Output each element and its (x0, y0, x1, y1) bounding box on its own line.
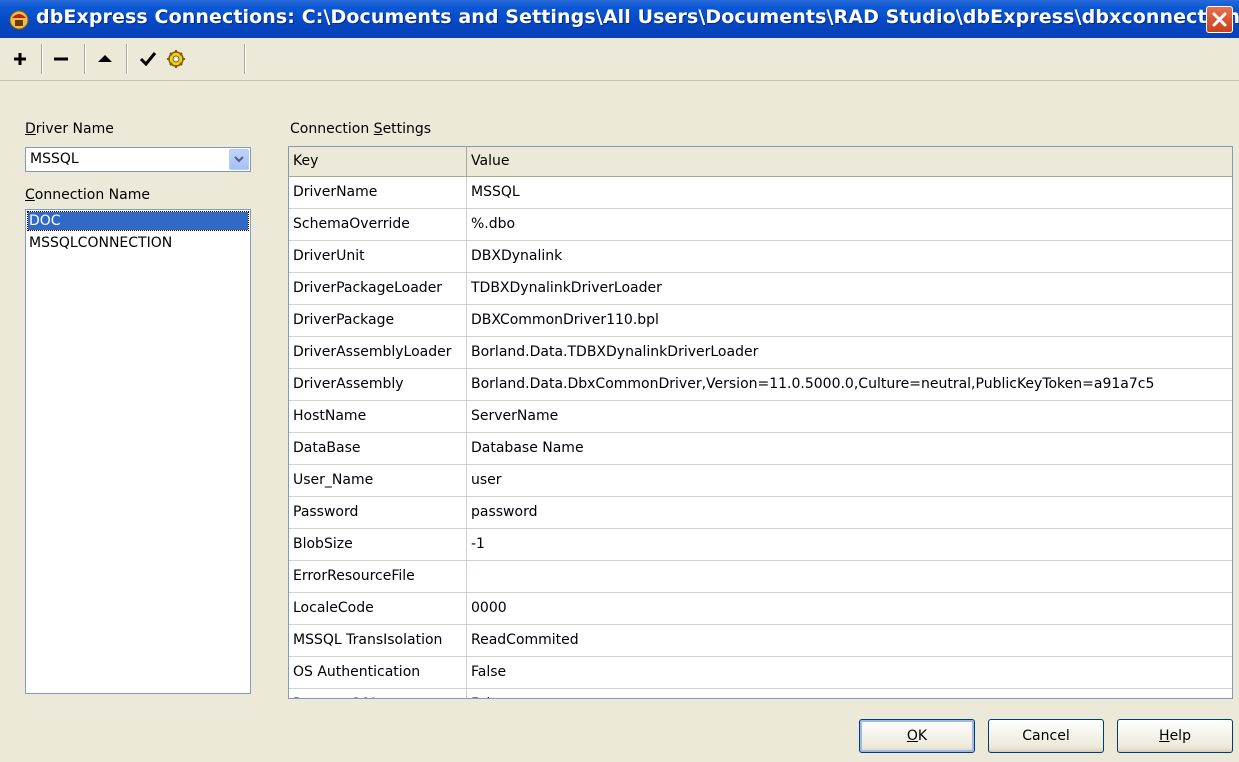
table-row[interactable]: DriverPackage DBXCommonDriver110.bpl (289, 305, 1232, 337)
setting-key-cell: DriverPackage (289, 305, 467, 337)
setting-value-cell[interactable]: False (467, 657, 1232, 689)
setting-key-cell: OS Authentication (289, 657, 467, 689)
setting-value-cell[interactable]: False (467, 689, 1232, 698)
setting-value-cell[interactable]: DBXDynalink (467, 241, 1232, 273)
toolbar-separator (41, 44, 43, 74)
toolbar-separator (84, 44, 86, 74)
app-icon (8, 8, 30, 30)
setting-value-cell[interactable]: Borland.Data.DbxCommonDriver,Version=11.… (467, 369, 1232, 401)
remove-connection-button[interactable] (49, 47, 73, 71)
table-row[interactable]: DriverAssembly Borland.Data.DbxCommonDriv… (289, 369, 1232, 401)
connection-name-label: Connection Name (25, 187, 150, 203)
rename-icon (98, 55, 112, 62)
column-header-key[interactable]: Key (289, 147, 467, 176)
table-row[interactable]: LocaleCode 0000 (289, 593, 1232, 625)
column-header-value[interactable]: Value (467, 147, 1232, 176)
setting-key-cell: Password (289, 497, 467, 529)
connection-options-button[interactable] (164, 47, 188, 71)
setting-value-cell[interactable]: Borland.Data.TDBXDynalinkDriverLoader (467, 337, 1232, 369)
setting-key-cell: DriverName (289, 177, 467, 209)
cancel-button[interactable]: Cancel (988, 719, 1104, 753)
toolbar-separator (244, 44, 246, 74)
setting-key-cell: SchemaOverride (289, 209, 467, 241)
add-icon (14, 53, 26, 65)
setting-value-cell[interactable]: ServerName (467, 401, 1232, 433)
table-row[interactable]: Prepare SQLFalse (289, 689, 1232, 698)
connection-item-mssqlconnection[interactable]: MSSQLCONNECTION (28, 234, 172, 252)
connection-settings-label: Connection Settings (290, 121, 432, 137)
remove-icon (54, 57, 68, 61)
table-row[interactable]: DriverUnit DBXDynalink (289, 241, 1232, 273)
connection-item-doc[interactable]: DOC (27, 211, 249, 231)
connection-settings-grid[interactable]: Key Value DriverName MSSQL SchemaOverride%… (288, 146, 1233, 699)
setting-value-cell[interactable] (467, 561, 1232, 593)
grid-header: Key Value (289, 147, 1232, 177)
toolbar-separator (126, 44, 128, 74)
chevron-down-icon (234, 156, 244, 163)
close-button[interactable] (1206, 6, 1233, 33)
toolbar (0, 38, 1239, 81)
driver-name-label: Driver Name (25, 121, 114, 137)
setting-value-cell[interactable]: user (467, 465, 1232, 497)
dbexpress-connections-dialog: dbExpress Connections: C:\Documents and … (0, 0, 1239, 762)
table-row[interactable]: BlobSize -1 (289, 529, 1232, 561)
table-row[interactable]: MSSQL TransIsolation ReadCommited (289, 625, 1232, 657)
setting-value-cell[interactable]: DBXCommonDriver110.bpl (467, 305, 1232, 337)
dropdown-button[interactable] (229, 149, 249, 170)
help-button[interactable]: Help (1117, 719, 1233, 753)
setting-key-cell: HostName (289, 401, 467, 433)
connection-name-list[interactable]: DOC MSSQLCONNECTION (25, 209, 251, 694)
setting-key-cell: DataBase (289, 433, 467, 465)
setting-value-cell[interactable]: MSSQL (467, 177, 1232, 209)
setting-key-cell: Prepare SQL (289, 689, 467, 698)
setting-value-cell[interactable]: Database Name (467, 433, 1232, 465)
setting-key-cell: ErrorResourceFile (289, 561, 467, 593)
setting-key-cell: DriverAssembly (289, 369, 467, 401)
table-row[interactable]: DriverAssemblyLoader Borland.Data.TDBXDyn… (289, 337, 1232, 369)
setting-key-cell: DriverUnit (289, 241, 467, 273)
table-row[interactable]: ErrorResourceFile (289, 561, 1232, 593)
setting-value-cell[interactable]: -1 (467, 529, 1232, 561)
table-row[interactable]: User_Name user (289, 465, 1232, 497)
options-icon (167, 50, 185, 68)
test-connection-button[interactable] (136, 47, 160, 71)
rename-connection-button[interactable] (93, 47, 117, 71)
setting-key-cell: DriverPackageLoader (289, 273, 467, 305)
table-row[interactable]: Password password (289, 497, 1232, 529)
setting-key-cell: DriverAssemblyLoader (289, 337, 467, 369)
ok-button[interactable]: OK (859, 719, 975, 753)
setting-value-cell[interactable]: TDBXDynalinkDriverLoader (467, 273, 1232, 305)
setting-key-cell: MSSQL TransIsolation (289, 625, 467, 657)
close-icon (1212, 12, 1227, 27)
table-row[interactable]: DriverName MSSQL (289, 177, 1232, 209)
table-row[interactable]: HostName ServerName (289, 401, 1232, 433)
setting-key-cell: User_Name (289, 465, 467, 497)
title-bar[interactable]: dbExpress Connections: C:\Documents and … (0, 0, 1239, 38)
setting-value-cell[interactable]: 0000 (467, 593, 1232, 625)
setting-value-cell[interactable]: ReadCommited (467, 625, 1232, 657)
table-row[interactable]: SchemaOverride %.dbo (289, 209, 1232, 241)
table-row[interactable]: DriverPackageLoader TDBXDynalinkDriverLoa… (289, 273, 1232, 305)
setting-key-cell: LocaleCode (289, 593, 467, 625)
driver-name-value: MSSQL (30, 151, 79, 167)
setting-value-cell[interactable]: %.dbo (467, 209, 1232, 241)
setting-key-cell: BlobSize (289, 529, 467, 561)
window-title: dbExpress Connections: C:\Documents and … (36, 6, 1239, 28)
driver-name-combobox[interactable]: MSSQL (25, 147, 251, 172)
table-row[interactable]: OS Authentication False (289, 657, 1232, 689)
table-row[interactable]: DataBase Database Name (289, 433, 1232, 465)
add-connection-button[interactable] (8, 47, 32, 71)
setting-value-cell[interactable]: password (467, 497, 1232, 529)
test-connection-icon (139, 52, 157, 67)
